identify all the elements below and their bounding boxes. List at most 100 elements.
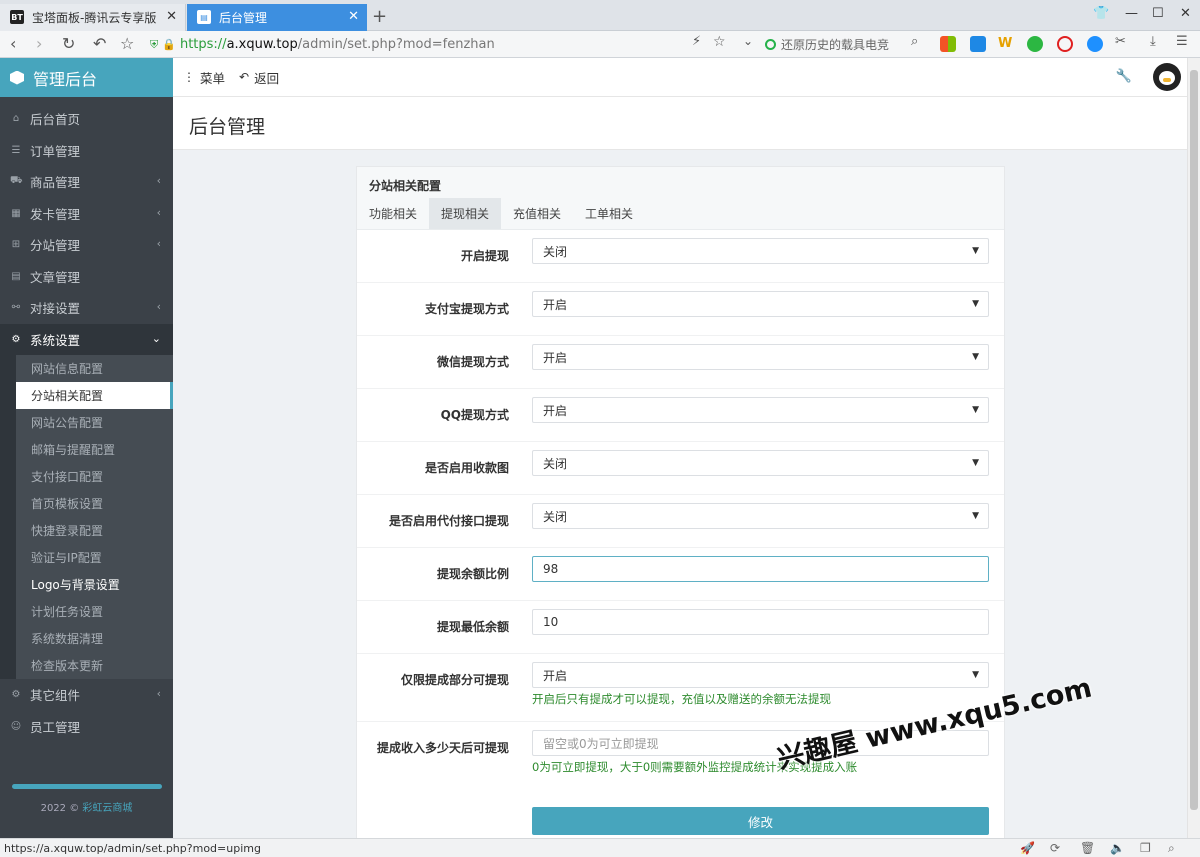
input-value: 98 — [543, 562, 559, 576]
download-icon[interactable]: ⤓ — [1150, 34, 1156, 49]
chat-extension-icon[interactable] — [1027, 36, 1043, 52]
enable-withdraw-select[interactable]: 关闭 ▼ — [532, 238, 989, 264]
w-extension-icon[interactable]: W — [998, 36, 1014, 52]
sidebar-item-components[interactable]: ⚙ 其它组件 ‹ — [0, 679, 173, 711]
sidebar-item-orders[interactable]: ☰ 订单管理 — [0, 135, 173, 167]
cogs-icon: ⚙ — [11, 689, 21, 701]
wrench-icon[interactable]: 🔧 — [1116, 69, 1132, 84]
rocket-icon[interactable]: 🚀 — [1020, 841, 1035, 855]
sidebar-item-home[interactable]: ⌂ 后台首页 — [0, 103, 173, 135]
lightning-icon[interactable]: ⚡ — [692, 34, 701, 49]
avatar[interactable] — [1153, 63, 1181, 91]
tab-title: 宝塔面板-腾讯云专享版 — [32, 11, 157, 25]
payout-api-select[interactable]: 关闭 ▼ — [532, 503, 989, 529]
submenu-item[interactable]: 邮箱与提醒配置 — [16, 436, 173, 463]
chevron-down-icon: ⌄ — [151, 331, 161, 345]
minimize-icon[interactable]: — — [1125, 6, 1138, 21]
sidebar-footer: 2022 © 彩虹云商城 — [0, 778, 173, 838]
page-scrollbar[interactable] — [1187, 58, 1200, 838]
sidebar-item-substations[interactable]: ⊞ 分站管理 ‹ — [0, 229, 173, 261]
scrollbar-thumb[interactable] — [1190, 70, 1198, 810]
submenu-item[interactable]: 快捷登录配置 — [16, 517, 173, 544]
close-tab-icon[interactable]: ✕ — [348, 9, 359, 24]
address-bar: ‹ › ↻ ↶ ☆ ⛨ 🔒 https:// a.xquw.top /admin… — [0, 31, 1200, 58]
submenu-item[interactable]: 系统数据清理 — [16, 625, 173, 652]
submenu-item[interactable]: 验证与IP配置 — [16, 544, 173, 571]
select-value: 关闭 — [543, 244, 568, 259]
chevron-down-icon[interactable]: ⌄ — [743, 34, 753, 48]
main-content: 后台管理 分站相关配置 功能相关 提现相关 充值相关 工单相关 开启提现 关闭 ▼… — [173, 97, 1187, 838]
menu-button[interactable]: ⋮ 菜单 — [183, 68, 225, 87]
back-icon[interactable]: ‹ — [10, 34, 16, 53]
refresh-status-icon[interactable]: ⟳ — [1050, 841, 1060, 855]
qq-withdraw-select[interactable]: 开启 ▼ — [532, 397, 989, 423]
undo-icon[interactable]: ↶ — [93, 34, 106, 53]
footer-link[interactable]: 彩虹云商城 — [82, 803, 132, 814]
reload-icon[interactable]: ↻ — [62, 34, 75, 53]
qrcode-select[interactable]: 关闭 ▼ — [532, 450, 989, 476]
close-window-icon[interactable]: ✕ — [1180, 6, 1191, 21]
field-label: 提现最低余额 — [436, 620, 509, 634]
star-icon[interactable]: ☆ — [120, 34, 134, 53]
back-button[interactable]: ↶ 返回 — [239, 68, 279, 87]
sidebar-item-system-settings[interactable]: ⚙ 系统设置 ⌄ — [0, 323, 173, 355]
submenu-item[interactable]: 网站公告配置 — [16, 409, 173, 436]
caret-down-icon: ▼ — [972, 352, 979, 362]
sidebar-item-docking[interactable]: ⚯ 对接设置 ‹ — [0, 292, 173, 324]
tab-features[interactable]: 功能相关 — [357, 198, 429, 229]
panel-title: 分站相关配置 — [369, 179, 442, 193]
maximize-icon[interactable]: ☐ — [1152, 6, 1164, 21]
f-extension-icon[interactable] — [1057, 36, 1073, 52]
tab-recharge[interactable]: 充值相关 — [501, 198, 573, 229]
speaker-icon[interactable]: 🔈 — [1110, 841, 1125, 855]
window-icon[interactable]: ❐ — [1140, 841, 1151, 855]
alipay-withdraw-select[interactable]: 开启 ▼ — [532, 291, 989, 317]
sidebar-item-articles[interactable]: ▤ 文章管理 — [0, 261, 173, 293]
submit-button[interactable]: 修改 — [532, 807, 989, 835]
submenu-item[interactable]: 网站信息配置 — [16, 355, 173, 382]
form-row: 微信提现方式 开启 ▼ — [357, 336, 1004, 389]
weibo-extension-icon[interactable] — [970, 36, 986, 52]
submenu-item[interactable]: 检查版本更新 — [16, 652, 173, 679]
sidebar-item-cards[interactable]: ▦ 发卡管理 ‹ — [0, 198, 173, 230]
brand[interactable]: 管理后台 — [0, 58, 173, 97]
search-engine-icon — [765, 39, 776, 50]
zoom-icon[interactable]: ⌕ — [1168, 841, 1175, 856]
submenu-item[interactable]: 首页模板设置 — [16, 490, 173, 517]
submenu-item[interactable]: 支付接口配置 — [16, 463, 173, 490]
caret-down-icon: ▼ — [972, 405, 979, 415]
chevron-left-icon: ‹ — [156, 237, 161, 250]
submenu-item[interactable]: Logo与背景设置 — [16, 571, 173, 598]
search-input[interactable]: 还原历史的载具电竞 — [765, 34, 930, 55]
submenu-item-active[interactable]: 分站相关配置 — [16, 382, 173, 409]
windows-extension-icon[interactable] — [940, 36, 956, 52]
tab-withdraw[interactable]: 提现相关 — [429, 198, 502, 229]
min-balance-input[interactable]: 10 — [532, 609, 989, 635]
vertical-dots-icon: ⋮ — [183, 70, 195, 84]
tab-tickets[interactable]: 工单相关 — [573, 198, 645, 229]
submenu-item[interactable]: 计划任务设置 — [16, 598, 173, 625]
search-text: 还原历史的载具电竞 — [781, 38, 890, 52]
search-icon[interactable]: ⌕ — [911, 34, 918, 49]
commission-only-select[interactable]: 开启 ▼ — [532, 662, 989, 688]
system-settings-submenu: 网站信息配置 分站相关配置 网站公告配置 邮箱与提醒配置 支付接口配置 首页模板… — [0, 355, 173, 679]
trash-icon[interactable]: 🗑 — [1080, 841, 1095, 855]
url-input[interactable]: ⛨ 🔒 https:// a.xquw.top /admin/set.php?m… — [150, 34, 760, 55]
select-value: 开启 — [543, 350, 568, 365]
browser-tab-baota[interactable]: BT 宝塔面板-腾讯云专享版 ✕ — [0, 4, 186, 31]
shirt-icon[interactable]: 👕 — [1093, 6, 1109, 21]
back-label: 返回 — [254, 70, 280, 86]
sidebar-item-goods[interactable]: ⛟ 商品管理 ‹ — [0, 166, 173, 198]
browser-tab-admin[interactable]: ▤ 后台管理 ✕ — [187, 4, 367, 31]
scissors-icon[interactable]: ✂ — [1115, 34, 1126, 49]
close-tab-icon[interactable]: ✕ — [166, 9, 177, 24]
forward-icon[interactable]: › — [36, 34, 42, 53]
list-icon: ☰ — [11, 144, 21, 156]
wechat-withdraw-select[interactable]: 开启 ▼ — [532, 344, 989, 370]
sidebar-item-staff[interactable]: ☺ 员工管理 — [0, 711, 173, 743]
bookmark-star-icon[interactable]: ☆ — [713, 34, 726, 50]
withdraw-ratio-input[interactable]: 98 — [532, 556, 989, 582]
new-tab-icon[interactable]: + — [372, 6, 387, 27]
y-extension-icon[interactable] — [1087, 36, 1103, 52]
browser-menu-icon[interactable]: ☰ — [1176, 34, 1188, 49]
